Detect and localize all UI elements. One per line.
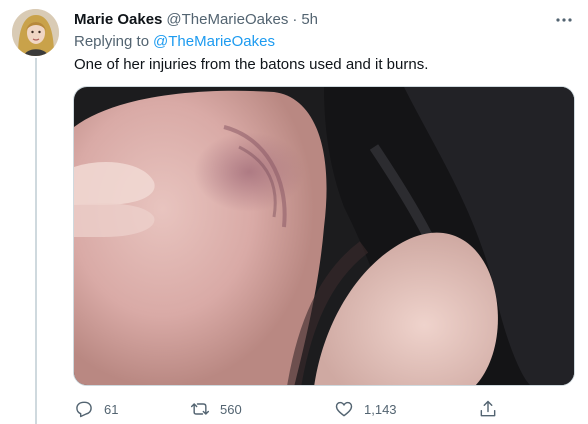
tweet-time[interactable]: 5h <box>301 11 318 28</box>
retweet-icon <box>190 403 210 415</box>
retweet-count: 560 <box>220 401 242 417</box>
reply-button[interactable]: 61 <box>74 398 118 420</box>
replying-to-link[interactable]: @TheMarieOakes <box>153 33 275 50</box>
avatar[interactable] <box>12 9 59 56</box>
like-icon <box>335 401 353 417</box>
replying-to-line: Replying to @TheMarieOakes <box>74 33 275 50</box>
like-button[interactable]: 1,143 <box>334 398 397 420</box>
author-name[interactable]: Marie Oakes <box>74 11 162 28</box>
replying-prefix: Replying to <box>74 33 150 50</box>
reply-icon <box>76 401 92 418</box>
retweet-button[interactable]: 560 <box>190 398 242 420</box>
like-count: 1,143 <box>364 401 397 417</box>
reply-count: 61 <box>104 401 119 417</box>
thread-line <box>35 58 37 424</box>
more-icon[interactable] <box>552 10 576 30</box>
tweet-media-photo[interactable] <box>73 86 575 386</box>
author-handle[interactable]: @TheMarieOakes <box>166 11 288 28</box>
separator-dot: · <box>292 10 298 28</box>
share-icon <box>480 400 496 417</box>
tweet-text: One of her injuries from the batons used… <box>74 56 429 73</box>
tweet-header: Marie Oakes @TheMarieOakes · 5h <box>74 9 548 29</box>
tweet-actions: 61 560 1,143 <box>72 398 588 420</box>
share-button[interactable] <box>478 398 498 420</box>
